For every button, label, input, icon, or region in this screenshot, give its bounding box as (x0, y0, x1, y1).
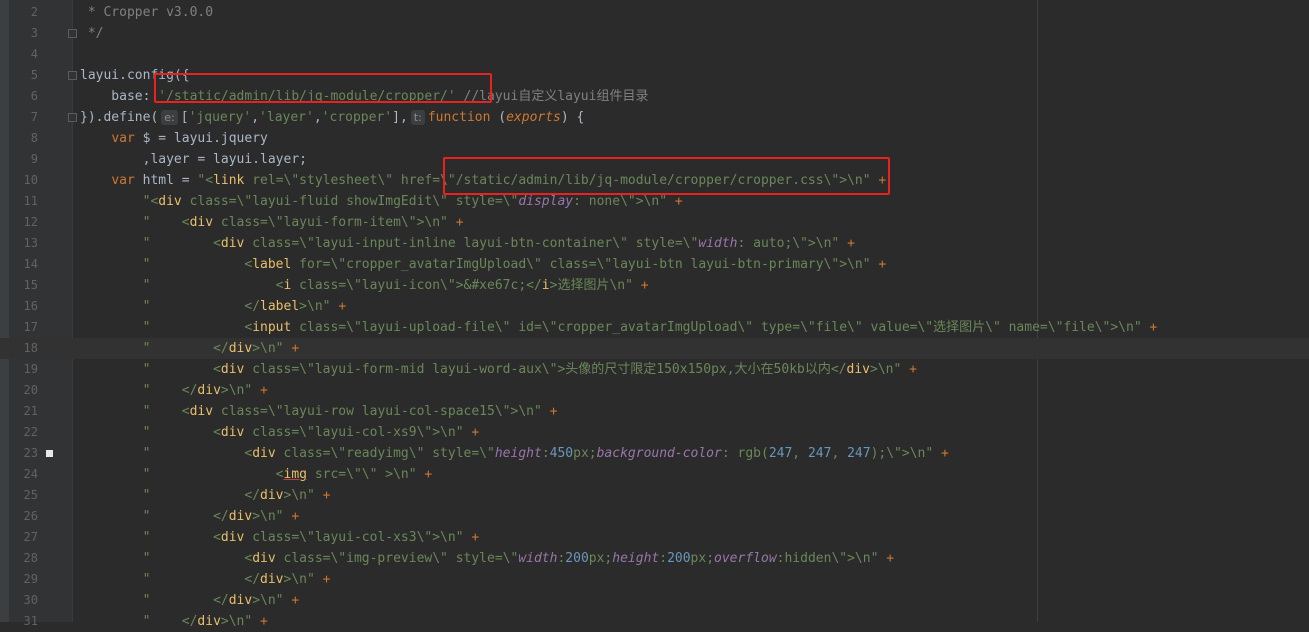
code-line[interactable]: 8 var $ = layui.jquery (0, 128, 1309, 149)
code-text: " <div class=\"img-preview\" style=\"wid… (142, 551, 895, 566)
code-text: " <div class=\"layui-input-inline layui-… (142, 236, 855, 251)
line-number: 30 (23, 593, 38, 607)
code-editor[interactable]: 2 * Cropper v3.0.0 3 */4 5 layui.config({6 … (0, 0, 1309, 629)
code-text: " </div>\n" + (142, 572, 331, 587)
code-text: " <div class=\"layui-col-xs3\">\n" + (142, 530, 480, 545)
code-text: " </div>\n" + (142, 341, 300, 356)
code-line[interactable]: 16 " </label>\n" + (0, 296, 1309, 317)
line-number: 17 (23, 320, 38, 334)
line-number: 5 (30, 68, 38, 82)
code-text: * Cropper v3.0.0 (80, 5, 214, 20)
line-number: 25 (23, 488, 38, 502)
highlight-box-config (154, 73, 492, 103)
code-line[interactable]: 13 " <div class=\"layui-input-inline lay… (0, 233, 1309, 254)
code-line[interactable]: 20 " </div>\n" + (0, 380, 1309, 401)
code-text: " <div class=\"readyimg\" style=\"height… (142, 446, 949, 461)
code-text: " </div>\n" + (142, 509, 300, 524)
line-number: 14 (23, 257, 38, 271)
code-line[interactable]: 23 " <div class=\"readyimg\" style=\"hei… (0, 443, 1309, 464)
line-number: 16 (23, 299, 38, 313)
line-number: 10 (23, 173, 38, 187)
line-number: 12 (23, 215, 38, 229)
code-line[interactable]: 22 " <div class=\"layui-col-xs9\">\n" + (0, 422, 1309, 443)
code-line[interactable]: 12 " <div class=\"layui-form-item\">\n" … (0, 212, 1309, 233)
code-text: var $ = layui.jquery (111, 131, 268, 146)
line-number: 7 (30, 110, 38, 124)
line-number: 13 (23, 236, 38, 250)
code-text: " <label for=\"cropper_avatarImgUpload\"… (142, 257, 887, 272)
line-number: 2 (30, 5, 38, 19)
code-text: " <input class=\"layui-upload-file\" id=… (142, 320, 1158, 335)
line-number: 23 (23, 446, 38, 460)
code-line[interactable]: 18 " </div>\n" + (0, 338, 1309, 359)
fold-toggle-icon[interactable] (68, 113, 77, 122)
code-text: " </div>\n" + (142, 383, 268, 398)
line-number: 11 (23, 194, 38, 208)
fold-toggle-icon[interactable] (68, 29, 77, 38)
code-text: " <div class=\"layui-col-xs9\">\n" + (142, 425, 480, 440)
code-text: " </label>\n" + (142, 299, 347, 314)
line-number: 28 (23, 551, 38, 565)
line-number: 29 (23, 572, 38, 586)
code-line[interactable]: 15 " <i class=\"layui-icon\">&#xe67c;</i… (0, 275, 1309, 296)
code-line[interactable]: 17 " <input class=\"layui-upload-file\" … (0, 317, 1309, 338)
code-text: " <div class=\"layui-row layui-col-space… (142, 404, 558, 419)
code-text: " <div class=\"layui-form-mid layui-word… (142, 362, 917, 377)
code-line[interactable]: 3 */ (0, 23, 1309, 44)
line-number: 4 (30, 47, 38, 61)
code-line[interactable]: 28 " <div class=\"img-preview\" style=\"… (0, 548, 1309, 569)
code-text: " <img src=\"\" >\n" + (142, 467, 433, 482)
line-number: 26 (23, 509, 38, 523)
fold-toggle-icon[interactable] (68, 71, 77, 80)
line-number: 27 (23, 530, 38, 544)
line-number: 18 (23, 341, 38, 355)
code-line[interactable]: 26 " </div>\n" + (0, 506, 1309, 527)
line-number: 21 (23, 404, 38, 418)
code-text: " <i class=\"layui-icon\">&#xe67c;</i>选择… (142, 278, 649, 293)
line-number: 20 (23, 383, 38, 397)
highlight-box-href (443, 157, 890, 195)
code-line[interactable]: 30 " </div>\n" + (0, 590, 1309, 611)
code-line[interactable]: 14 " <label for=\"cropper_avatarImgUploa… (0, 254, 1309, 275)
code-text: " </div>\n" + (142, 593, 300, 608)
code-line[interactable]: 29 " </div>\n" + (0, 569, 1309, 590)
line-number: 24 (23, 467, 38, 481)
line-number: 19 (23, 362, 38, 376)
line-number: 6 (30, 89, 38, 103)
line-number: 22 (23, 425, 38, 439)
code-text: */ (80, 26, 104, 41)
bookmark-icon[interactable] (46, 450, 53, 457)
line-number: 8 (30, 131, 38, 145)
code-line[interactable]: 24 " <img src=\"\" >\n" + (0, 464, 1309, 485)
code-line[interactable]: 25 " </div>\n" + (0, 485, 1309, 506)
line-number: 9 (30, 152, 38, 166)
code-text: ,layer = layui.layer; (80, 152, 307, 167)
code-line[interactable]: 7 }).define(e: ['jquery','layer','cropper'… (0, 107, 1309, 128)
code-line[interactable]: 21 " <div class=\"layui-row layui-col-sp… (0, 401, 1309, 422)
code-line[interactable]: 27 " <div class=\"layui-col-xs3\">\n" + (0, 527, 1309, 548)
code-line[interactable]: 4 (0, 44, 1309, 65)
code-text: }).define(e: ['jquery','layer','cropper']… (80, 110, 585, 125)
code-line[interactable]: 19 " <div class=\"layui-form-mid layui-w… (0, 359, 1309, 380)
code-line[interactable]: 2 * Cropper v3.0.0 (0, 2, 1309, 23)
code-text: " </div>\n" + (142, 488, 331, 503)
line-number: 3 (30, 26, 38, 40)
code-text: " <div class=\"layui-form-item\">\n" + (142, 215, 464, 230)
line-number: 15 (23, 278, 38, 292)
